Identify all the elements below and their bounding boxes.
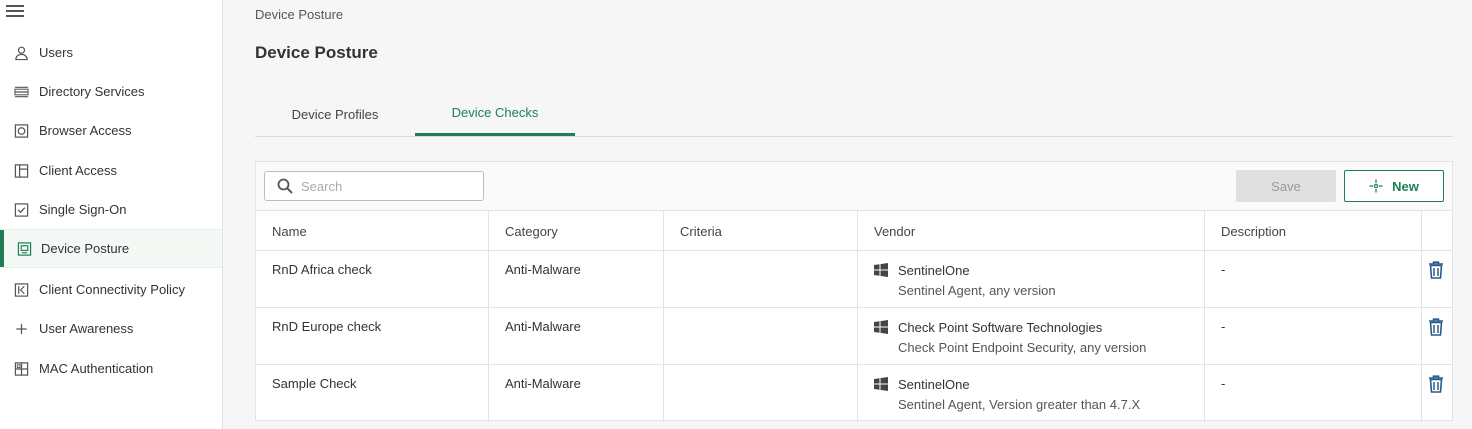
user-icon — [15, 46, 28, 60]
breadcrumb: Device Posture — [255, 7, 344, 22]
cell-vendor: Check Point Software Technologies Check … — [858, 308, 1205, 364]
sidebar-item-label: MAC Authentication — [39, 361, 154, 376]
cell-vendor: SentinelOne Sentinel Agent, Version grea… — [858, 365, 1205, 422]
table-row[interactable]: RnD Africa check Anti-Malware SentinelOn… — [256, 251, 1452, 308]
sidebar-item-label: User Awareness — [39, 321, 134, 336]
sidebar-item-label: Single Sign-On — [39, 202, 127, 217]
plus-icon — [16, 323, 27, 334]
sidebar-item-directory-services[interactable]: Directory Services — [0, 72, 222, 111]
save-button[interactable]: Save — [1236, 170, 1336, 202]
page-title: Device Posture — [255, 43, 378, 62]
sidebar-item-mac-authentication[interactable]: MAC Authentication — [0, 349, 222, 388]
column-header-description[interactable]: Description — [1205, 211, 1422, 251]
table-row[interactable]: RnD Europe check Anti-Malware Check Poin… — [256, 308, 1452, 365]
hamburger-menu-icon[interactable] — [6, 2, 26, 18]
cell-description: - — [1205, 251, 1422, 307]
monitor-icon — [17, 241, 32, 256]
cell-criteria — [664, 365, 858, 422]
cell-name: RnD Africa check — [256, 251, 489, 307]
trash-icon[interactable] — [1428, 261, 1444, 279]
cell-name: Sample Check — [256, 365, 489, 422]
new-button-label: New — [1392, 178, 1419, 194]
new-sparkle-icon — [1369, 179, 1383, 193]
search-input[interactable] — [301, 176, 476, 196]
column-header-category[interactable]: Category — [489, 211, 664, 251]
cell-criteria — [664, 308, 858, 364]
sidebar-item-single-sign-on[interactable]: Single Sign-On — [0, 190, 222, 229]
trash-icon[interactable] — [1428, 375, 1444, 393]
cell-criteria — [664, 251, 858, 307]
vendor-detail: Check Point Endpoint Security, any versi… — [898, 340, 1147, 355]
windows-icon — [874, 263, 888, 277]
vendor-name: Check Point Software Technologies — [898, 320, 1103, 335]
cell-description: - — [1205, 365, 1422, 422]
sidebar: Users Directory Services Browser Access … — [0, 0, 223, 429]
search-box[interactable] — [264, 171, 484, 201]
vendor-detail: Sentinel Agent, Version greater than 4.7… — [898, 397, 1141, 412]
trash-icon[interactable] — [1428, 318, 1444, 336]
new-button[interactable]: New — [1344, 170, 1444, 202]
cell-name: RnD Europe check — [256, 308, 489, 364]
toolbar: Save New — [256, 162, 1452, 211]
cell-category: Anti-Malware — [489, 365, 664, 422]
cell-category: Anti-Malware — [489, 308, 664, 364]
main-content: Device Posture Device Posture Device Pro… — [223, 0, 1472, 429]
tab-device-profiles[interactable]: Device Profiles — [255, 92, 415, 136]
device-checks-panel: Save New Name Category Criteria Vendor D… — [255, 161, 1453, 422]
column-header-name[interactable]: Name — [256, 211, 489, 251]
table-header: Name Category Criteria Vendor Descriptio… — [256, 211, 1452, 251]
vendor-name: SentinelOne — [898, 263, 970, 278]
search-icon — [277, 178, 293, 194]
sidebar-item-client-connectivity-policy[interactable]: Client Connectivity Policy — [0, 270, 222, 309]
sidebar-item-label: Device Posture — [41, 241, 130, 256]
sidebar-item-client-access[interactable]: Client Access — [0, 151, 222, 190]
vendor-detail: Sentinel Agent, any version — [898, 283, 1056, 298]
cell-vendor: SentinelOne Sentinel Agent, any version — [858, 251, 1205, 307]
client-icon — [14, 163, 29, 178]
tab-bar: Device Profiles Device Checks — [255, 92, 1453, 137]
cell-category: Anti-Malware — [489, 251, 664, 307]
sidebar-item-device-posture[interactable]: Device Posture — [0, 229, 222, 268]
sidebar-item-label: Users — [39, 45, 73, 60]
browser-icon — [14, 123, 29, 138]
grid-icon — [14, 361, 29, 376]
sidebar-item-users[interactable]: Users — [0, 33, 222, 72]
sidebar-item-label: Directory Services — [39, 84, 145, 99]
sidebar-item-user-awareness[interactable]: User Awareness — [0, 309, 222, 348]
connectivity-icon — [14, 282, 29, 297]
table-row[interactable]: Sample Check Anti-Malware SentinelOne Se… — [256, 365, 1452, 422]
tab-device-checks[interactable]: Device Checks — [415, 92, 575, 136]
windows-icon — [874, 320, 888, 334]
windows-icon — [874, 377, 888, 391]
column-header-vendor[interactable]: Vendor — [858, 211, 1205, 251]
column-header-criteria[interactable]: Criteria — [664, 211, 858, 251]
sidebar-item-label: Client Access — [39, 163, 118, 178]
directory-icon — [14, 86, 29, 97]
vendor-name: SentinelOne — [898, 377, 970, 392]
cell-description: - — [1205, 308, 1422, 364]
sidebar-item-browser-access[interactable]: Browser Access — [0, 111, 222, 150]
sidebar-item-label: Browser Access — [39, 123, 132, 138]
checkbox-icon — [14, 202, 29, 217]
sidebar-item-label: Client Connectivity Policy — [39, 282, 185, 297]
